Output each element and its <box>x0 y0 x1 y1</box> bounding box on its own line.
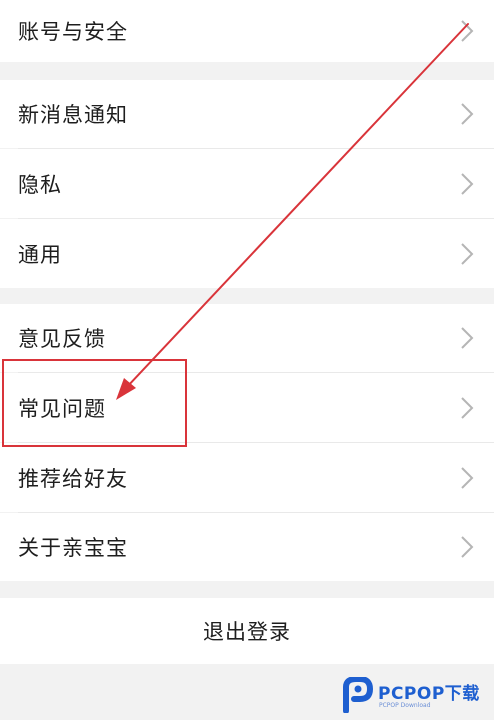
watermark-brand: PCPOP下载 <box>378 684 480 704</box>
watermark-subtext: PCPOP Download <box>379 702 431 709</box>
settings-item-about[interactable]: 关于亲宝宝 <box>0 513 494 581</box>
chevron-right-icon <box>461 396 474 419</box>
settings-item-label: 意见反馈 <box>18 327 106 351</box>
settings-item-recommend-to-friends[interactable]: 推荐给好友 <box>0 443 494 512</box>
settings-item-label: 关于亲宝宝 <box>18 536 128 560</box>
pcpop-logo-icon <box>343 677 374 713</box>
annotation-highlight-box <box>2 359 187 447</box>
chevron-right-icon <box>461 242 474 265</box>
settings-item-label: 推荐给好友 <box>18 466 128 491</box>
settings-item-general[interactable]: 通用 <box>0 219 494 288</box>
chevron-right-icon <box>461 20 474 42</box>
chevron-right-icon <box>461 103 474 125</box>
logout-label: 退出登录 <box>203 620 291 644</box>
settings-item-label: 通用 <box>18 242 62 267</box>
settings-item-label: 隐私 <box>18 172 62 197</box>
settings-item-label: 账号与安全 <box>18 20 128 44</box>
chevron-right-icon <box>461 327 474 349</box>
settings-item-label: 新消息通知 <box>18 103 128 127</box>
settings-item-new-message-notification[interactable]: 新消息通知 <box>0 80 494 148</box>
watermark: PCPOP下载 PCPOP Download <box>342 676 492 716</box>
chevron-right-icon <box>461 172 474 195</box>
logout-button[interactable]: 退出登录 <box>0 598 494 664</box>
settings-item-privacy[interactable]: 隐私 <box>0 149 494 218</box>
chevron-right-icon <box>461 466 474 489</box>
settings-item-account-security[interactable]: 账号与安全 <box>0 0 494 62</box>
chevron-right-icon <box>461 536 474 558</box>
